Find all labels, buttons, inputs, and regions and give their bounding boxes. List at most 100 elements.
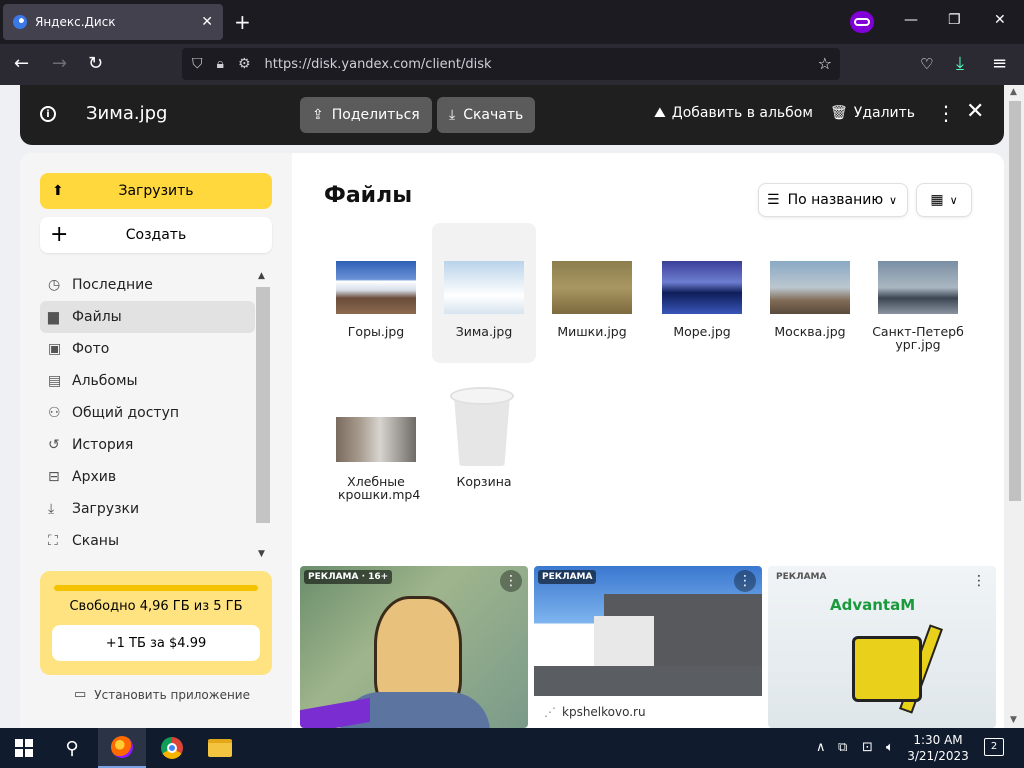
tab-close-icon[interactable]: ✕ [201, 14, 213, 30]
sidebar-item-label: Загрузки [72, 501, 140, 517]
taskbar-firefox[interactable] [98, 728, 146, 768]
sidebar-item-scans[interactable]: ⛶ Сканы [40, 525, 255, 557]
ad-machine-image [852, 636, 922, 702]
page-title: Файлы [324, 183, 413, 208]
tab-title: Яндекс.Диск [35, 15, 116, 29]
sidebar-item-label: Сканы [72, 533, 120, 549]
ad-banner-1[interactable]: РЕКЛАМА · 16+ ⋮ [300, 566, 528, 728]
close-window-button[interactable]: ✕ [994, 12, 1006, 28]
ad-brand-logo: AdvantaM [830, 596, 916, 614]
storage-bar [54, 585, 258, 591]
browser-tab[interactable]: Яндекс.Диск ✕ [3, 4, 223, 40]
scroll-down-icon[interactable]: ▼ [1010, 715, 1017, 725]
delete-button[interactable]: 🗑︎ Удалить [830, 105, 915, 121]
forward-arrow-icon[interactable]: → [52, 54, 67, 74]
download-button[interactable]: ⤓ Скачать [437, 97, 536, 133]
scrollbar-thumb[interactable] [256, 287, 270, 523]
file-item-selected[interactable]: Зима.jpg [432, 223, 536, 363]
sidebar-item-history[interactable]: ↺ История [40, 429, 255, 461]
trash-folder[interactable]: Корзина [432, 381, 536, 521]
taskbar-explorer[interactable] [196, 728, 244, 768]
new-tab-button[interactable]: + [234, 10, 251, 34]
ad-label: РЕКЛАМА · 16+ [304, 570, 393, 584]
file-thumbnail [552, 261, 632, 314]
sidebar-item-files[interactable]: ▆ Файлы [40, 301, 255, 333]
trash-bin-icon [450, 387, 514, 467]
scrollbar-thumb[interactable] [1009, 101, 1021, 501]
bookmark-star-icon[interactable]: ☆ [818, 54, 832, 73]
upload-label: Загрузить [118, 183, 194, 199]
add-album-label: Добавить в альбом [671, 105, 813, 121]
file-item[interactable]: Москва.jpg [758, 223, 862, 363]
ad-more-icon[interactable]: ⋮ [968, 570, 990, 592]
create-button[interactable]: + Создать [40, 217, 272, 253]
file-thumbnail [770, 261, 850, 314]
lock-icon[interactable]: 🔒︎ [217, 56, 224, 72]
downloads-arrow-icon[interactable]: ⤓ [956, 54, 964, 74]
hamburger-menu-icon[interactable]: ≡ [992, 54, 1007, 74]
file-name: Москва.jpg [774, 324, 846, 339]
file-thumbnail [336, 417, 416, 462]
archive-icon: ⊟ [48, 469, 60, 485]
chevron-down-icon: ∨ [888, 193, 897, 207]
close-viewer-icon[interactable]: ✕ [966, 99, 984, 124]
sidebar-item-label: Альбомы [72, 373, 138, 389]
sidebar-item-shared[interactable]: ⚇ Общий доступ [40, 397, 255, 429]
search-icon[interactable]: ⚲ [52, 728, 92, 768]
view-mode-dropdown[interactable]: ▦ ∨ [916, 183, 972, 217]
url-text[interactable]: https://disk.yandex.com/client/disk [265, 57, 492, 72]
minimize-button[interactable]: — [904, 12, 918, 28]
system-clock[interactable]: 1:30 AM 3/21/2023 [906, 732, 970, 764]
reload-icon[interactable]: ↻ [88, 54, 103, 74]
add-to-album-button[interactable]: ⛰ Добавить в альбом [654, 105, 813, 121]
ad-footer[interactable]: ⋰ kpshelkovo.ru [534, 696, 762, 728]
taskbar-chrome[interactable] [148, 728, 196, 768]
upload-button[interactable]: ⬆ Загрузить [40, 173, 272, 209]
notifications-icon[interactable]: 2 [984, 738, 1004, 756]
volume-muted-icon[interactable]: 🔈︎ [886, 740, 894, 755]
back-arrow-icon[interactable]: ← [14, 54, 29, 74]
folder-icon [208, 739, 232, 757]
info-icon[interactable]: i [40, 106, 56, 122]
file-name: Зима.jpg [455, 324, 513, 339]
file-item[interactable]: Мишки.jpg [540, 223, 644, 363]
downloads-icon: ⤓ [48, 501, 55, 517]
tray-app-icon[interactable]: ⧉ [838, 740, 847, 755]
network-icon[interactable]: ⊡ [862, 740, 873, 755]
address-bar[interactable]: ⛉ 🔒︎ ⚙ https://disk.yandex.com/client/di… [182, 48, 840, 80]
upgrade-plan-button[interactable]: +1 ТБ за $4.99 [52, 625, 260, 661]
ad-banner-3[interactable]: AdvantaM РЕКЛАМА ⋮ [768, 566, 996, 728]
ad-domain: kpshelkovo.ru [562, 705, 646, 719]
install-app-link[interactable]: ▭ Установить приложение [74, 687, 250, 702]
start-button[interactable] [0, 728, 48, 768]
shield-icon[interactable]: ⛉ [192, 56, 203, 72]
sidebar-item-photos[interactable]: ▣ Фото [40, 333, 255, 365]
ad-more-icon[interactable]: ⋮ [500, 570, 522, 592]
yandex-disk-favicon-icon [13, 15, 27, 29]
permissions-icon[interactable]: ⚙ [238, 56, 251, 72]
ad-banner-2[interactable]: ⋰ kpshelkovo.ru РЕКЛАМА ⋮ [534, 566, 762, 728]
private-browsing-icon [850, 11, 874, 33]
sidebar-item-albums[interactable]: ▤ Альбомы [40, 365, 255, 397]
file-item[interactable]: Море.jpg [650, 223, 754, 363]
sort-dropdown[interactable]: ☰ По названию ∨ [758, 183, 908, 217]
file-item[interactable]: Горы.jpg [324, 223, 428, 363]
restore-button[interactable]: ❐ [948, 12, 961, 28]
tray-chevron-up-icon[interactable]: ∧ [816, 740, 826, 755]
sidebar-item-archive[interactable]: ⊟ Архив [40, 461, 255, 493]
scroll-up-icon[interactable]: ▲ [1010, 87, 1017, 97]
more-options-icon[interactable]: ⋮ [936, 101, 956, 125]
page-scrollbar[interactable]: ▲ ▼ [1006, 85, 1024, 728]
file-item[interactable]: Хлебные крошки.mp4 [324, 371, 428, 511]
scroll-down-icon[interactable]: ▼ [258, 549, 265, 559]
scroll-up-icon[interactable]: ▲ [258, 271, 265, 281]
sidebar-scrollbar[interactable]: ▲ ▼ [256, 271, 270, 561]
plus-icon: + [50, 222, 69, 247]
ad-more-icon[interactable]: ⋮ [734, 570, 756, 592]
share-button[interactable]: ⇪ Поделиться [300, 97, 432, 133]
download-label: Скачать [463, 107, 524, 123]
file-item[interactable]: Санкт-Петербург.jpg [866, 223, 970, 363]
sidebar-item-recent[interactable]: ◷ Последние [40, 269, 255, 301]
pocket-icon[interactable]: ♡ [920, 54, 933, 74]
sidebar-item-downloads[interactable]: ⤓ Загрузки [40, 493, 255, 525]
